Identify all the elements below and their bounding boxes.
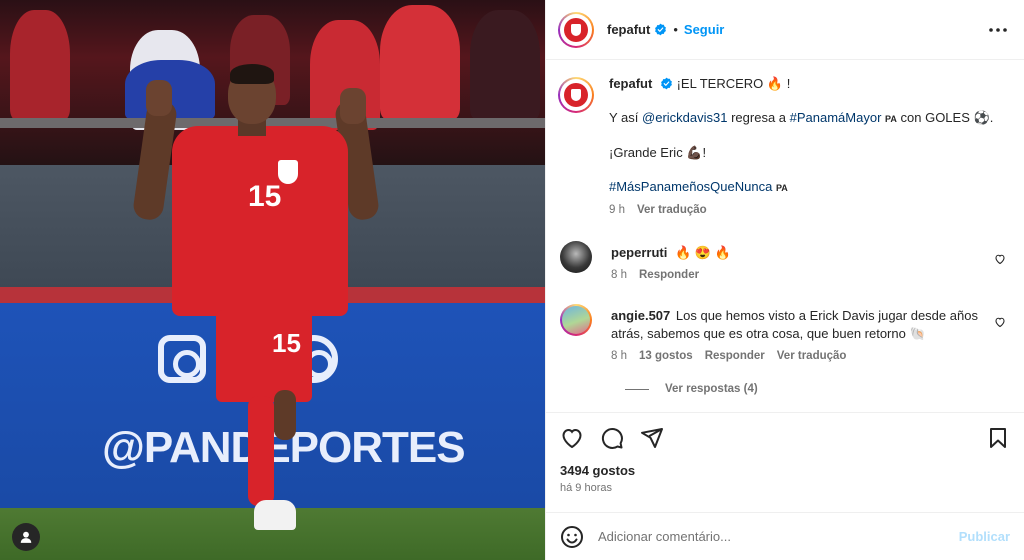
comment-likes-count[interactable]: 13 gostos bbox=[639, 347, 693, 365]
action-icons bbox=[560, 425, 1010, 451]
player-right-hand bbox=[340, 88, 366, 124]
caption-text-3: ¡Grande Eric bbox=[609, 145, 683, 160]
caption-avatar[interactable] bbox=[558, 77, 594, 113]
separator-dot: • bbox=[673, 22, 678, 37]
caption-text-2-pre: Y así bbox=[609, 110, 639, 125]
comment-like-heart-icon[interactable] bbox=[994, 253, 1006, 265]
caption-body: fepafut ¡EL TERCERO 🔥 ! Y así @erickdavi… bbox=[609, 75, 1010, 219]
comment-meta: 8 h 13 gostos Responder Ver tradução bbox=[611, 347, 1010, 365]
jersey-number: 15 bbox=[248, 180, 282, 213]
caption-time: 9 h bbox=[609, 204, 625, 216]
comment-text: 🔥 😍 🔥 bbox=[674, 245, 731, 260]
post-header: fepafut • Seguir bbox=[546, 0, 1024, 60]
post-actions: 3494 gostos há 9 horas bbox=[546, 412, 1024, 494]
comment-time: 8 h bbox=[611, 269, 627, 281]
post-timestamp: há 9 horas bbox=[560, 482, 612, 494]
player-left-leg bbox=[248, 396, 274, 506]
comment-icon[interactable] bbox=[600, 426, 624, 450]
caption-text-1-end: ! bbox=[786, 76, 791, 91]
shorts-number: 15 bbox=[272, 328, 301, 358]
post-photo[interactable]: @PANDEPORTES 15 15 bbox=[0, 0, 545, 560]
see-translation-link[interactable]: Ver tradução bbox=[637, 201, 707, 219]
soccer-ball-emoji: ⚽ bbox=[973, 110, 990, 125]
comment-username[interactable]: peperruti bbox=[611, 245, 667, 260]
commenter-avatar[interactable] bbox=[560, 241, 592, 273]
post-viewer: @PANDEPORTES 15 15 fepafut • Seguir fepa… bbox=[0, 0, 1024, 560]
caption-line-3: ¡Grande Eric 💪🏿! bbox=[609, 144, 1010, 162]
replies-divider bbox=[625, 388, 649, 390]
comment-item: peperruti 🔥 😍 🔥 8 h Responder bbox=[558, 241, 1010, 284]
follow-button[interactable]: Seguir bbox=[684, 22, 724, 37]
panama-flag-label: PA bbox=[885, 114, 897, 124]
caption-line-1: fepafut ¡EL TERCERO 🔥 ! bbox=[609, 75, 1010, 93]
comment-username[interactable]: angie.507 bbox=[611, 308, 670, 323]
share-icon[interactable] bbox=[640, 426, 664, 450]
fepafut-crest-icon bbox=[564, 83, 588, 107]
post-panel: fepafut • Seguir fepafut ¡EL TERCERO 🔥 !… bbox=[545, 0, 1024, 560]
view-replies-button[interactable]: Ver respostas (4) bbox=[625, 383, 1010, 395]
caption-line-2: Y así @erickdavis31 regresa a #PanamáMay… bbox=[609, 109, 1010, 128]
caption-text-2-end: . bbox=[989, 110, 994, 125]
reply-button[interactable]: Responder bbox=[705, 347, 765, 365]
hashtag-link[interactable]: #MásPanameñosQueNunca bbox=[609, 179, 772, 194]
heart-icon[interactable] bbox=[560, 426, 584, 450]
more-options-button[interactable] bbox=[986, 18, 1010, 42]
player-figure: 15 15 bbox=[130, 60, 390, 550]
user-tag-button[interactable] bbox=[12, 523, 40, 551]
player-left-hand bbox=[146, 80, 172, 116]
comment-meta: 8 h Responder bbox=[611, 266, 1010, 284]
account-username[interactable]: fepafut bbox=[607, 22, 650, 37]
caption-text-2-post: con GOLES bbox=[900, 110, 970, 125]
verified-icon bbox=[655, 23, 667, 36]
likes-count[interactable]: 3494 gostos bbox=[560, 463, 1010, 478]
commenter-avatar[interactable] bbox=[560, 304, 592, 336]
comment-line: angie.507 Los que hemos visto a Erick Da… bbox=[611, 307, 1010, 343]
publish-button[interactable]: Publicar bbox=[959, 529, 1010, 544]
caption: fepafut ¡EL TERCERO 🔥 ! Y así @erickdavi… bbox=[558, 75, 1010, 219]
caption-text-3-end: ! bbox=[702, 145, 707, 160]
comment-composer: Publicar bbox=[546, 512, 1024, 560]
more-options-icon bbox=[989, 27, 1007, 32]
see-translation-link[interactable]: Ver tradução bbox=[777, 347, 847, 365]
flex-emoji: 💪🏿 bbox=[686, 145, 703, 160]
caption-meta: 9 h Ver tradução bbox=[609, 201, 1010, 219]
emoji-icon[interactable] bbox=[560, 525, 584, 549]
reply-button[interactable]: Responder bbox=[639, 266, 699, 284]
player-right-leg bbox=[274, 390, 296, 440]
comment-body: angie.507 Los que hemos visto a Erick Da… bbox=[611, 307, 1010, 365]
comment-time: 8 h bbox=[611, 350, 627, 362]
comment-line: peperruti 🔥 😍 🔥 bbox=[611, 244, 1010, 262]
panama-flag-label: PA bbox=[775, 183, 788, 193]
caption-username[interactable]: fepafut bbox=[609, 76, 652, 91]
hashtag-link[interactable]: #PanamáMayor bbox=[790, 110, 882, 125]
mention-link[interactable]: @erickdavis31 bbox=[642, 110, 727, 125]
comment-body: peperruti 🔥 😍 🔥 8 h Responder bbox=[611, 244, 1010, 284]
verified-icon bbox=[661, 77, 672, 90]
player-hair bbox=[230, 64, 274, 84]
comment-item: angie.507 Los que hemos visto a Erick Da… bbox=[558, 304, 1010, 365]
player-boot bbox=[254, 500, 296, 530]
caption-line-4: #MásPanameñosQueNunca PA bbox=[609, 178, 1010, 197]
caption-text-1: ¡EL TERCERO bbox=[676, 76, 764, 91]
comment-input[interactable] bbox=[598, 529, 959, 544]
comment-like-heart-icon[interactable] bbox=[994, 316, 1006, 328]
account-avatar[interactable] bbox=[558, 11, 594, 48]
player-jersey bbox=[172, 126, 348, 316]
comments-area: fepafut ¡EL TERCERO 🔥 ! Y así @erickdavi… bbox=[546, 61, 1024, 411]
fire-emoji: 🔥 bbox=[766, 76, 784, 91]
caption-text-2-mid: regresa a bbox=[731, 110, 787, 125]
fepafut-crest-icon bbox=[564, 17, 588, 42]
save-icon[interactable] bbox=[986, 426, 1010, 450]
user-tag-icon bbox=[20, 531, 32, 543]
view-replies-label: Ver respostas (4) bbox=[665, 383, 758, 395]
